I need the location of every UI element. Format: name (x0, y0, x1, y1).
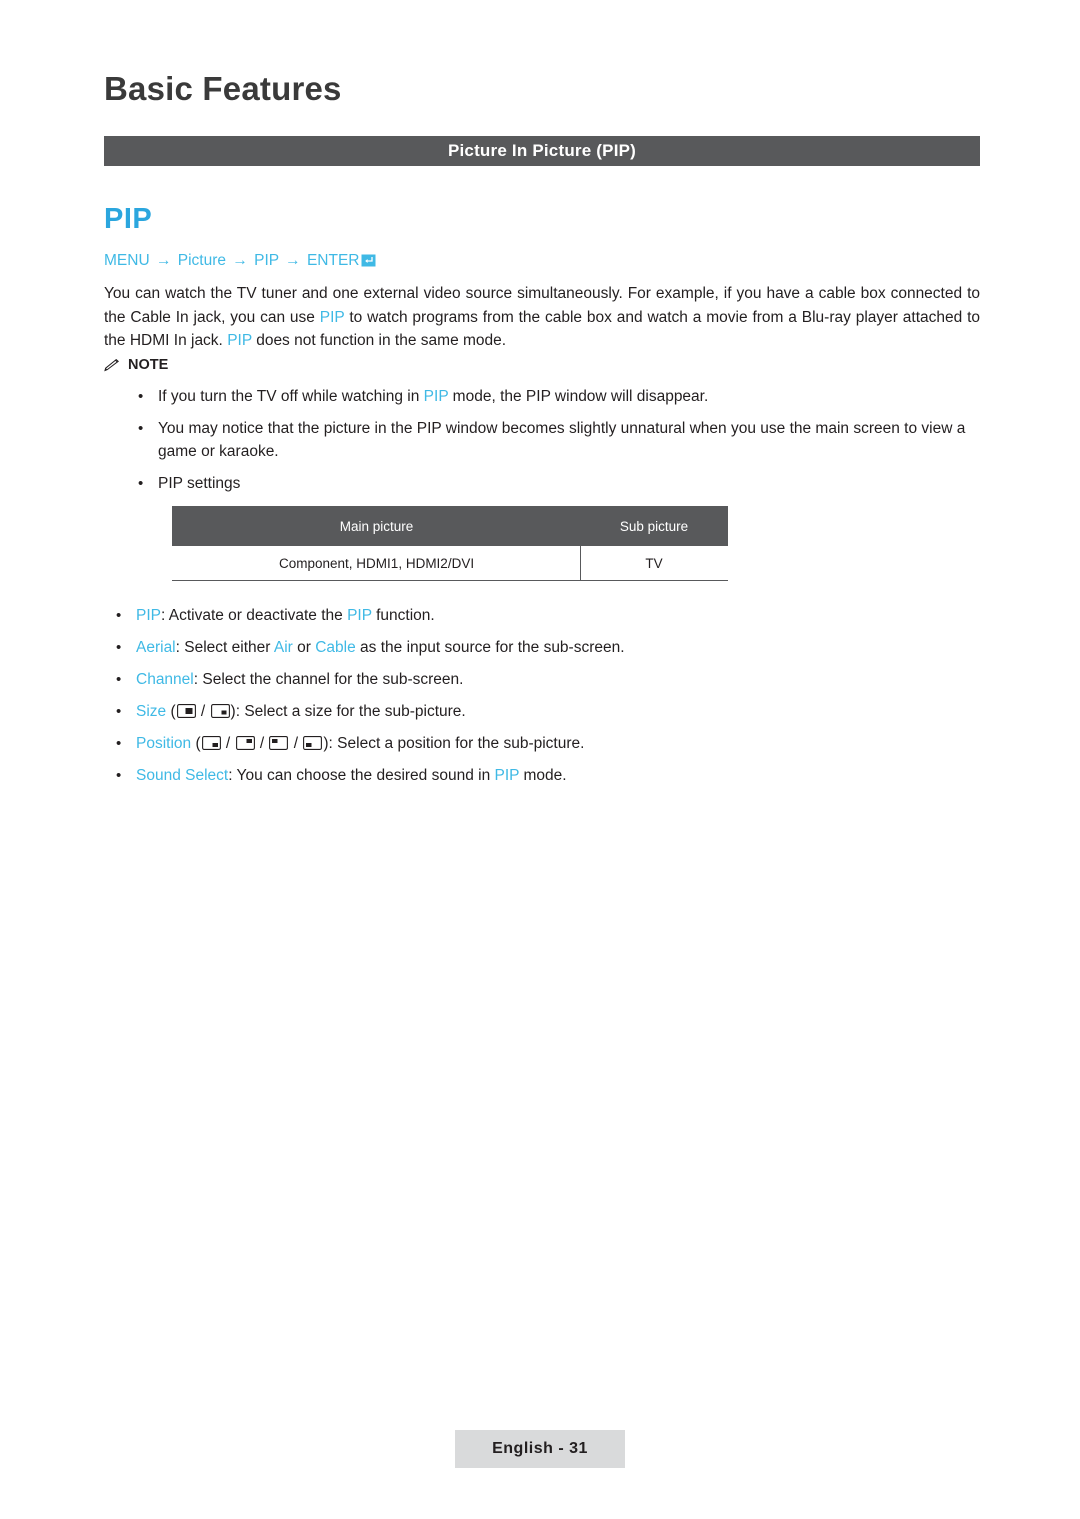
option-pip-label: PIP (136, 607, 161, 624)
option-aerial-hl-cable: Cable (315, 639, 356, 656)
breadcrumb-picture: Picture (177, 252, 227, 269)
breadcrumb-enter: ENTER (306, 252, 360, 269)
page-title: Basic Features (104, 70, 342, 107)
table-row: Component, HDMI1, HDMI2/DVI TV (171, 545, 728, 581)
note-1-hl: PIP (423, 388, 449, 405)
table-header-sub: Sub picture (580, 506, 728, 546)
option-sound-text-b: mode. (519, 767, 567, 784)
option-channel-label: Channel (136, 671, 194, 688)
option-aerial: Aerial: Select either Air or Cable as th… (108, 638, 988, 658)
option-size-open: ( (166, 703, 176, 720)
page-footer: English - 31 (455, 1430, 625, 1468)
pencil-icon (104, 358, 121, 372)
breadcrumb-arrow-icon: → (232, 252, 248, 269)
option-size-label: Size (136, 703, 167, 720)
option-channel-text: : Select the channel for the sub-screen. (193, 671, 464, 688)
breadcrumb-arrow-icon: → (285, 252, 301, 269)
option-sound-text-a: : You can choose the desired sound in (228, 767, 495, 784)
section-header-bar: Picture In Picture (PIP) (104, 136, 980, 166)
note-heading: NOTE (104, 357, 168, 373)
option-aerial-text-a: : Select either (175, 639, 274, 656)
position-top-right-icon (235, 736, 255, 750)
option-aerial-hl-air: Air (273, 639, 293, 656)
position-top-left-icon (269, 736, 289, 750)
intro-pip-1: PIP (319, 308, 345, 326)
option-position-slash-3: / (289, 735, 303, 752)
breadcrumb-menu: MENU (104, 252, 150, 269)
option-aerial-label: Aerial (136, 639, 176, 656)
note-list: If you turn the TV off while watching in… (130, 385, 980, 503)
option-sound-select: Sound Select: You can choose the desired… (108, 766, 988, 786)
option-position-open: ( (191, 735, 201, 752)
table-header-main: Main picture (171, 506, 582, 546)
table-cell-sub: TV (580, 545, 728, 581)
manual-page: Basic Features Picture In Picture (PIP) … (0, 0, 1080, 1519)
option-pip: PIP: Activate or deactivate the PIP func… (108, 606, 988, 626)
enter-key-icon (361, 254, 376, 267)
option-position-slash: / (221, 735, 235, 752)
option-size-slash: / (196, 703, 210, 720)
option-pip-hl: PIP (347, 607, 372, 624)
note-label: NOTE (128, 357, 169, 373)
note-2-a: You may notice that the picture in the P… (158, 419, 966, 461)
note-1-a: If you turn the TV off while watching in (158, 388, 424, 405)
intro-text-c: does not function in the same mode. (251, 332, 507, 349)
pip-settings-table: Main picture Sub picture Component, HDMI… (171, 506, 728, 581)
option-pip-text-b: function. (371, 607, 435, 624)
intro-pip-2: PIP (227, 332, 252, 349)
options-list: PIP: Activate or deactivate the PIP func… (108, 606, 988, 798)
list-item: PIP settings (130, 472, 980, 496)
option-pip-text-a: : Activate or deactivate the (160, 607, 348, 624)
list-item: You may notice that the picture in the P… (130, 417, 980, 464)
list-item: If you turn the TV off while watching in… (130, 385, 980, 409)
position-bottom-left-icon (303, 736, 323, 750)
breadcrumb-pip: PIP (254, 252, 279, 269)
note-1-b: mode, the PIP window will disappear. (448, 388, 709, 405)
option-size: Size ( / ): Select a size for the sub-pi… (108, 702, 988, 722)
section-header-label: Picture In Picture (PIP) (447, 141, 637, 160)
option-aerial-text-b: as the input source for the sub-screen. (355, 639, 625, 656)
size-small-icon (210, 704, 230, 718)
option-channel: Channel: Select the channel for the sub-… (108, 670, 988, 690)
size-large-icon (176, 704, 196, 718)
option-position: Position ( / / / ): Select a position fo… (108, 734, 988, 754)
option-position-close: ): Select a position for the sub-picture… (323, 735, 585, 752)
option-sound-hl: PIP (494, 767, 520, 784)
position-bottom-right-icon (201, 736, 221, 750)
note-3-a: PIP settings (158, 474, 241, 492)
intro-paragraph: You can watch the TV tuner and one exter… (104, 282, 980, 353)
option-position-slash-2: / (255, 735, 269, 752)
option-position-label: Position (136, 735, 192, 752)
option-size-close: ): Select a size for the sub-picture. (230, 703, 466, 720)
option-sound-label: Sound Select (136, 767, 229, 784)
page-number-label: English - 31 (492, 1440, 588, 1457)
table-header-row: Main picture Sub picture (171, 506, 728, 546)
breadcrumb-arrow-icon: → (155, 252, 172, 269)
pip-heading: PIP (104, 203, 153, 235)
breadcrumb: MENU → Picture → PIP → ENTER (104, 252, 376, 270)
option-aerial-mid: or (292, 639, 316, 656)
table-cell-main: Component, HDMI1, HDMI2/DVI (171, 545, 582, 581)
